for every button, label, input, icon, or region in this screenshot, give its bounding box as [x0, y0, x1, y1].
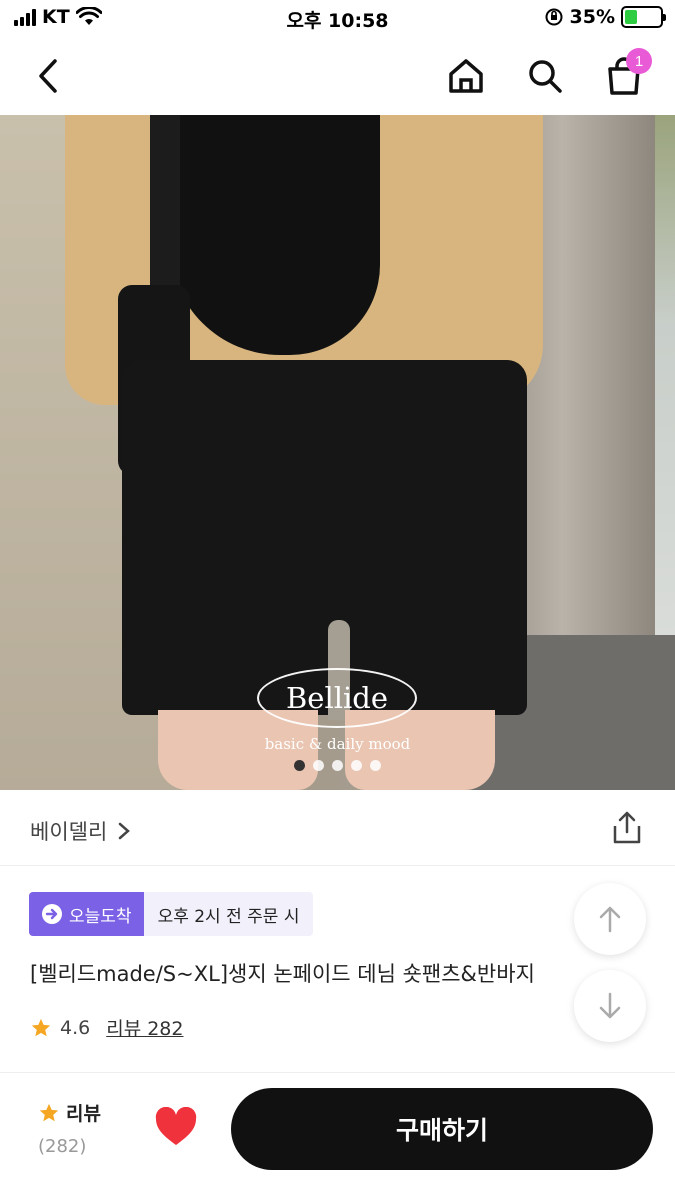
seller-row: 베이델리 [0, 790, 675, 866]
battery-level [625, 10, 637, 24]
review-label: 리뷰 [66, 1103, 101, 1125]
seller-link[interactable]: 베이델리 [30, 816, 131, 846]
carousel-dot[interactable] [370, 760, 381, 771]
battery-percent: 35% [569, 6, 615, 28]
scroll-up-button[interactable] [574, 883, 646, 955]
battery-icon [621, 6, 666, 28]
orientation-lock-icon [545, 8, 563, 26]
delivery-badge-label: 오늘도착 [69, 906, 132, 927]
carousel-dot[interactable] [332, 760, 343, 771]
carousel-dot[interactable] [294, 760, 305, 771]
cart-button[interactable]: 1 [598, 48, 652, 102]
delivery-arrow-icon [42, 904, 62, 924]
carousel-dot[interactable] [351, 760, 362, 771]
bottom-action-bar: 리뷰 (282) 구매하기 [0, 1072, 675, 1200]
star-icon [39, 1103, 59, 1121]
buy-button[interactable]: 구매하기 [231, 1088, 653, 1170]
product-image-carousel[interactable]: Bellide basic & daily mood [0, 115, 675, 790]
cart-count-badge: 1 [626, 48, 652, 74]
brand-logo: Bellide [257, 668, 417, 728]
rating-value: 4.6 [60, 1016, 91, 1039]
arrow-down-icon [599, 992, 621, 1019]
delivery-note: 오후 2시 전 주문 시 [143, 892, 314, 936]
arrow-up-icon [599, 906, 621, 933]
search-button[interactable] [519, 50, 571, 102]
battery-group: 35% [544, 6, 666, 28]
back-button[interactable] [22, 50, 74, 102]
review-summary-button[interactable]: 리뷰 (282) [38, 1099, 101, 1157]
search-icon [529, 60, 562, 93]
chevron-right-icon [119, 822, 131, 840]
review-count-link[interactable]: 리뷰 282 [106, 1014, 183, 1041]
today-delivery-badge: 오늘도착 [29, 892, 144, 936]
scroll-down-button[interactable] [574, 970, 646, 1042]
carousel-dot[interactable] [313, 760, 324, 771]
product-title: [벨리드made/S~XL]생지 논페이드 데님 숏팬츠&반바지 [30, 962, 535, 986]
review-count: (282) [38, 1136, 87, 1157]
seller-name: 베이델리 [30, 820, 108, 844]
rating-row: 4.6 리뷰 282 [30, 1014, 183, 1041]
back-chevron-icon [39, 59, 57, 93]
delivery-badge-row: 오늘도착 오후 2시 전 주문 시 [29, 892, 314, 936]
wishlist-button[interactable] [154, 1106, 198, 1151]
status-bar: KT 오후 10:58 35% [0, 0, 675, 38]
home-icon [449, 59, 483, 93]
heart-icon [155, 1106, 197, 1145]
share-icon [613, 811, 641, 844]
top-navigation: 1 [0, 38, 675, 114]
star-icon [31, 1018, 51, 1036]
brand-tagline: basic & daily mood [264, 735, 411, 753]
carousel-indicator [0, 760, 675, 771]
product-shorts [122, 360, 527, 715]
home-button[interactable] [440, 50, 492, 102]
share-button[interactable] [609, 810, 645, 846]
